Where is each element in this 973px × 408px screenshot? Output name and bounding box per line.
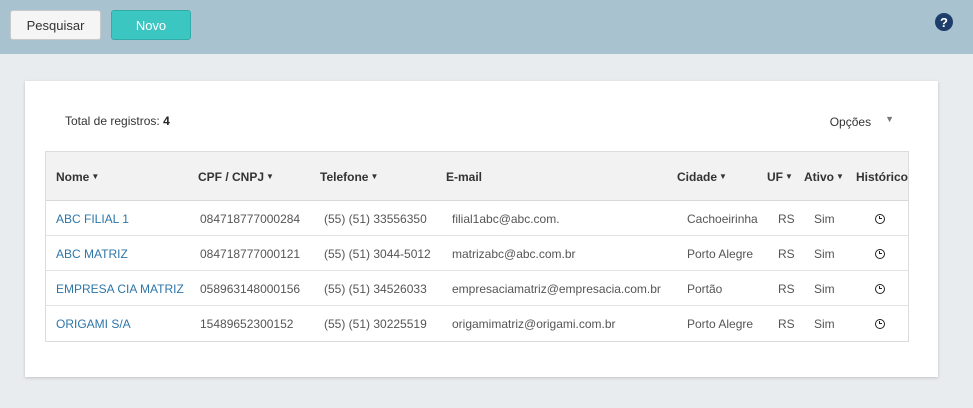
- cell-cpf: 084718777000284: [200, 211, 301, 226]
- cell-uf: RS: [778, 281, 795, 296]
- top-toolbar: Pesquisar Novo ?: [0, 0, 973, 54]
- clock-icon: [875, 318, 885, 329]
- caret-down-icon: ▼: [91, 172, 100, 181]
- caret-down-icon: ▼: [370, 172, 379, 181]
- header-telefone-label: Telefone: [320, 169, 369, 184]
- history-button[interactable]: [875, 271, 885, 306]
- cell-nome[interactable]: EMPRESA CIA MATRIZ: [56, 271, 184, 306]
- cell-cpf: 15489652300152: [200, 316, 294, 331]
- cell-uf: RS: [778, 246, 795, 261]
- records-table: Nome ▼ CPF / CNPJ ▼ Telefone ▼ E-mail Cidad…: [45, 151, 909, 342]
- question-circle-icon[interactable]: ?: [935, 13, 953, 31]
- header-cpf[interactable]: CPF / CNPJ ▼: [198, 152, 274, 201]
- caret-down-icon: ▼: [885, 114, 894, 124]
- header-uf-label: UF: [767, 169, 783, 184]
- total-records-label: Total de registros:: [65, 114, 160, 128]
- header-nome-label: Nome: [56, 169, 90, 184]
- header-nome[interactable]: Nome ▼: [56, 152, 99, 201]
- cell-telefone: (55) (51) 30225519: [324, 316, 427, 331]
- new-button[interactable]: Novo: [111, 10, 191, 40]
- header-cidade-label: Cidade: [677, 169, 718, 184]
- cell-nome[interactable]: ABC FILIAL 1: [56, 201, 129, 236]
- results-panel: Total de registros: 4 Opções ▼ Nome ▼ CPF…: [25, 81, 938, 377]
- cell-cidade: Porto Alegre: [687, 246, 754, 261]
- options-dropdown[interactable]: Opções ▼: [829, 114, 894, 129]
- history-button[interactable]: [875, 201, 885, 236]
- cell-email: empresaciamatriz@empresacia.com.br: [452, 281, 661, 296]
- cell-cidade: Cachoeirinha: [687, 211, 758, 226]
- header-ativo-label: Ativo: [804, 169, 834, 184]
- cell-email: filial1abc@abc.com.: [452, 211, 560, 226]
- cell-cpf: 084718777000121: [200, 246, 301, 261]
- clock-icon: [875, 248, 885, 259]
- header-uf[interactable]: UF ▼: [767, 152, 793, 201]
- cell-ativo: Sim: [814, 281, 835, 296]
- cell-telefone: (55) (51) 34526033: [324, 281, 427, 296]
- cell-uf: RS: [778, 211, 795, 226]
- cell-cpf: 058963148000156: [200, 281, 301, 296]
- header-historico-label: Histórico: [856, 169, 909, 184]
- header-cpf-label: CPF / CNPJ: [198, 169, 265, 184]
- cell-nome[interactable]: ORIGAMI S/A: [56, 306, 131, 341]
- clock-icon: [875, 213, 885, 224]
- table-header: Nome ▼ CPF / CNPJ ▼ Telefone ▼ E-mail Cidad…: [46, 152, 908, 201]
- cell-email: origamimatriz@origami.com.br: [452, 316, 616, 331]
- cell-uf: RS: [778, 316, 795, 331]
- cell-cidade: Porto Alegre: [687, 316, 754, 331]
- options-label: Opções: [829, 115, 872, 129]
- header-telefone[interactable]: Telefone ▼: [320, 152, 378, 201]
- caret-down-icon: ▼: [266, 172, 274, 181]
- caret-down-icon: ▼: [719, 172, 727, 181]
- table-row: ABC MATRIZ 084718777000121 (55) (51) 304…: [46, 236, 908, 271]
- cell-ativo: Sim: [814, 246, 835, 261]
- history-button[interactable]: [875, 236, 885, 271]
- header-historico: Histórico: [856, 152, 908, 201]
- cell-email: matrizabc@abc.com.br: [452, 246, 576, 261]
- header-ativo[interactable]: Ativo ▼: [804, 152, 844, 201]
- history-button[interactable]: [875, 306, 885, 341]
- table-row: ABC FILIAL 1 084718777000284 (55) (51) 3…: [46, 201, 908, 236]
- table-row: EMPRESA CIA MATRIZ 058963148000156 (55) …: [46, 271, 908, 306]
- table-row: ORIGAMI S/A 15489652300152 (55) (51) 302…: [46, 306, 908, 341]
- cell-ativo: Sim: [814, 316, 835, 331]
- cell-cidade: Portão: [687, 281, 723, 296]
- cell-ativo: Sim: [814, 211, 835, 226]
- cell-nome[interactable]: ABC MATRIZ: [56, 236, 128, 271]
- clock-icon: [875, 283, 885, 294]
- search-button[interactable]: Pesquisar: [10, 10, 101, 40]
- caret-down-icon: ▼: [785, 172, 793, 181]
- header-cidade[interactable]: Cidade ▼: [677, 152, 727, 201]
- cell-telefone: (55) (51) 33556350: [324, 211, 427, 226]
- total-records-value: 4: [163, 114, 170, 128]
- caret-down-icon: ▼: [836, 172, 844, 181]
- header-email: E-mail: [446, 152, 482, 201]
- cell-telefone: (55) (51) 3044-5012: [324, 246, 431, 261]
- header-email-label: E-mail: [446, 169, 483, 184]
- total-records: Total de registros: 4: [65, 114, 170, 128]
